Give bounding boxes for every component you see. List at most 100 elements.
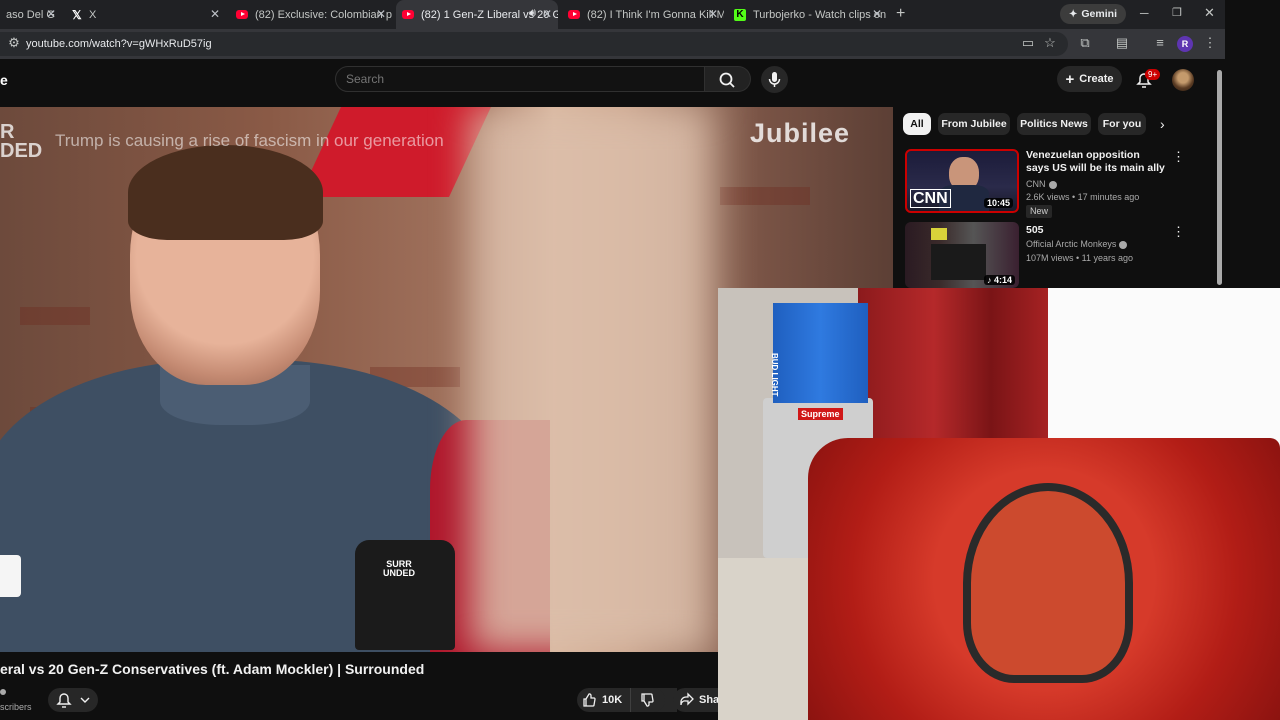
browser-tab[interactable]: (82) Exclusive: Colombian presi ✕ — [230, 0, 392, 29]
reading-list-icon[interactable]: ▤ — [1114, 35, 1130, 51]
tab-close-icon[interactable]: ✕ — [708, 7, 718, 21]
brick — [20, 307, 90, 325]
more-options-icon[interactable]: ⋮ — [1172, 224, 1185, 240]
speaker-icon[interactable]: 🔊︎ — [529, 7, 536, 20]
recommendation-meta: 2.6K views • 17 minutes ago — [1026, 192, 1140, 202]
verified-icon — [0, 689, 6, 695]
dislike-button[interactable] — [630, 688, 665, 712]
red-hat-shape — [299, 107, 491, 197]
cnn-logo: CNN — [910, 189, 951, 208]
like-count: 10K — [602, 694, 623, 706]
channel-name[interactable]: Official Arctic Monkeys — [1026, 239, 1116, 249]
subscription-bell-button[interactable] — [48, 688, 98, 712]
search-button[interactable] — [705, 66, 751, 92]
building-shape — [931, 244, 986, 280]
youtube-favicon-icon — [568, 10, 580, 19]
browser-tab[interactable]: K Turbojerko - Watch clips on Ki ✕ — [728, 0, 888, 29]
tab-close-icon[interactable]: ✕ — [210, 7, 220, 21]
kick-favicon-icon: K — [734, 8, 746, 21]
tab-close-icon[interactable]: ✕ — [542, 7, 552, 21]
microphone-icon — [768, 72, 781, 87]
browser-tab[interactable]: 𝕏 X ✕ — [66, 0, 226, 29]
site-settings-icon[interactable]: ⚙ — [6, 35, 22, 51]
youtube-favicon-icon — [236, 10, 248, 19]
more-options-icon[interactable]: ⋮ — [1172, 149, 1185, 165]
recommendation-title[interactable]: Venezuelan opposition says US will be it… — [1026, 149, 1166, 175]
supreme-sticker: Supreme — [798, 408, 843, 420]
person-hair — [128, 145, 323, 240]
browser-menu-icon[interactable]: ⋮ — [1202, 35, 1218, 51]
tab-title: (82) 1 Gen-Z Liberal vs 20 G — [421, 8, 558, 21]
microphone-prop — [355, 540, 455, 650]
recommendation-thumbnail[interactable]: CNN 10:45 — [905, 149, 1019, 213]
browser-tab[interactable]: aso Del G ✕ — [0, 0, 62, 29]
search-input[interactable] — [335, 66, 705, 92]
restore-icon[interactable]: ❐ — [1172, 6, 1182, 19]
subscriber-count: scribers — [0, 702, 32, 712]
round-chair — [963, 483, 1133, 683]
tab-close-icon[interactable]: ✕ — [46, 7, 56, 21]
browser-tab[interactable]: (82) I Think I'm Gonna Kill Mys ✕ — [562, 0, 724, 29]
chip-for-you[interactable]: For you — [1098, 113, 1146, 135]
mic-flag-label: SURR UNDED — [383, 560, 415, 578]
recommendation-channel[interactable]: CNN — [1026, 178, 1057, 191]
search-icon — [719, 72, 735, 88]
tab-title: Turbojerko - Watch clips on Ki — [753, 8, 888, 21]
profile-avatar[interactable]: R — [1177, 36, 1193, 52]
tab-close-icon[interactable]: ✕ — [872, 7, 882, 21]
account-avatar[interactable] — [1172, 69, 1194, 91]
show-logo-line: DED — [0, 140, 43, 162]
tab-title: (82) Exclusive: Colombian presi — [255, 8, 392, 21]
recommendation-title[interactable]: 505 — [1026, 224, 1166, 237]
create-button[interactable]: + Create — [1057, 66, 1122, 92]
box-label: BUD LIGHT — [770, 353, 779, 397]
duration-text: 4:14 — [993, 275, 1012, 285]
thumbs-up-icon — [583, 693, 596, 707]
chip-all[interactable]: All — [903, 113, 931, 135]
cast-icon[interactable]: ▭ — [1020, 35, 1036, 51]
video-duration: 10:45 — [983, 198, 1013, 208]
recommendation-meta: 107M views • 11 years ago — [1026, 253, 1134, 263]
yellow-sign — [931, 228, 947, 240]
chip-politics-news[interactable]: Politics News — [1017, 113, 1091, 135]
blurred-hand — [470, 107, 710, 652]
tab-close-icon[interactable]: ✕ — [376, 7, 386, 21]
tab-title: (82) I Think I'm Gonna Kill Mys — [587, 8, 724, 21]
webcam-overlay: Supreme BUD LIGHT — [718, 288, 1280, 720]
recommendation-channel[interactable]: Official Arctic Monkeys — [1026, 238, 1128, 251]
recommendation-thumbnail[interactable]: ♪ 4:14 — [905, 222, 1019, 288]
voice-search-button[interactable] — [761, 66, 788, 93]
white-wall — [1048, 288, 1280, 448]
show-logo-fragment: R DED — [0, 122, 43, 162]
chevron-right-icon[interactable]: › — [1160, 116, 1165, 132]
gemini-button[interactable]: ✦ Gemini — [1060, 4, 1126, 24]
video-title: eral vs 20 Gen-Z Conservatives (ft. Adam… — [0, 661, 425, 677]
share-arrow-icon — [680, 692, 694, 706]
close-window-icon[interactable]: ✕ — [1204, 5, 1215, 21]
scrollbar-thumb[interactable] — [1217, 70, 1222, 285]
youtube-favicon-icon — [402, 10, 414, 19]
video-caption-overlay: Trump is causing a rise of fascism in ou… — [55, 131, 444, 150]
youtube-logo[interactable]: e — [0, 72, 8, 88]
mic-label-line: UNDED — [383, 568, 416, 578]
browser-tab-active[interactable]: (82) 1 Gen-Z Liberal vs 20 G 🔊︎ ✕ — [396, 0, 558, 29]
new-badge: New — [1026, 205, 1053, 218]
plus-icon: + — [1065, 70, 1075, 88]
create-label: Create — [1079, 73, 1114, 85]
channel-name[interactable]: CNN — [1026, 179, 1046, 189]
url-text[interactable]: youtube.com/watch?v=gWHxRuD57ig — [26, 38, 212, 50]
new-tab-button[interactable]: + — [896, 5, 905, 23]
video-side-card — [0, 555, 21, 597]
minimize-icon[interactable]: ─ — [1140, 6, 1149, 20]
verified-icon — [1048, 180, 1057, 189]
media-control-icon[interactable]: ≡ — [1152, 35, 1168, 51]
bookmark-star-icon[interactable]: ☆ — [1042, 35, 1058, 51]
bell-icon — [56, 693, 90, 708]
extensions-icon[interactable]: ⧉ — [1077, 35, 1093, 51]
chip-from-jubilee[interactable]: From Jubilee — [938, 113, 1010, 135]
video-duration: ♪ 4:14 — [983, 275, 1015, 285]
browser-tab-strip: aso Del G ✕ 𝕏 X ✕ (82) Exclusive: Colomb… — [0, 0, 1225, 29]
thumbs-down-icon — [641, 693, 654, 707]
verified-icon — [1119, 240, 1128, 249]
gemini-spark-icon: ✦ — [1069, 8, 1078, 20]
